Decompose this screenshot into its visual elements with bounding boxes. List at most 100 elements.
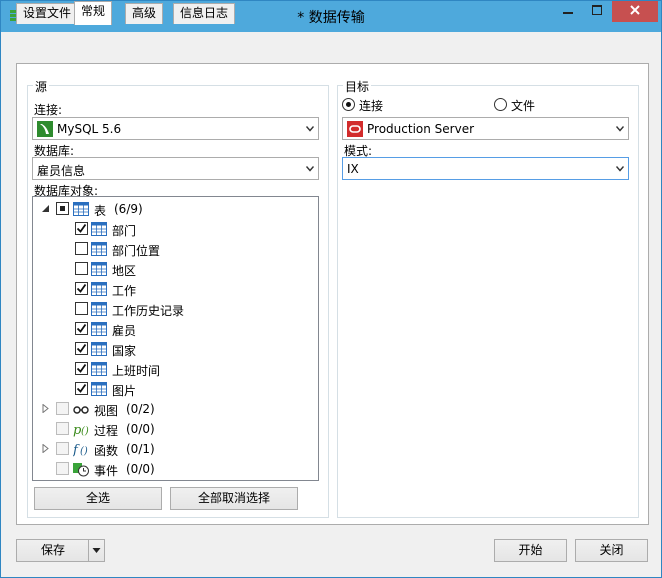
- close-button[interactable]: 关闭: [575, 539, 648, 562]
- events-label: 事件: [94, 464, 119, 478]
- deselect-all-button[interactable]: 全部取消选择: [170, 487, 298, 510]
- table-checkbox[interactable]: [75, 382, 88, 395]
- chevron-down-icon: [616, 166, 624, 172]
- checkmark-icon: [76, 323, 87, 333]
- tree-node-tables[interactable]: 表 (6/9): [33, 199, 313, 219]
- maximize-icon: [591, 5, 602, 15]
- tree-node-table[interactable]: 地区: [33, 259, 313, 279]
- views-label: 视图: [94, 404, 119, 418]
- tree-node-table[interactable]: 国家: [33, 339, 313, 359]
- table-label: 雇员: [112, 324, 137, 338]
- target-file-radio-label[interactable]: 文件: [511, 97, 535, 114]
- table-icon: [91, 302, 107, 316]
- table-label: 工作: [112, 284, 137, 298]
- target-connection-select[interactable]: Production Server: [342, 117, 629, 140]
- functions-checkbox[interactable]: [56, 442, 69, 455]
- tab-general[interactable]: 常规: [74, 1, 113, 25]
- table-icon: [91, 362, 107, 376]
- tables-count: (6/9): [114, 202, 143, 216]
- tree-node-table[interactable]: 图片: [33, 379, 313, 399]
- table-label: 部门位置: [112, 244, 161, 258]
- table-icon: [91, 382, 107, 396]
- chevron-down-icon: [616, 126, 624, 132]
- tree-node-table[interactable]: 上班时间: [33, 359, 313, 379]
- chevron-down-icon: [306, 126, 314, 132]
- table-icon: [91, 262, 107, 276]
- target-group-label: 目标: [343, 78, 372, 95]
- target-connection-radio-label[interactable]: 连接: [359, 97, 383, 114]
- table-checkbox[interactable]: [75, 342, 88, 355]
- table-label: 工作历史记录: [112, 304, 185, 318]
- select-all-button[interactable]: 全选: [34, 487, 162, 510]
- tree-node-table[interactable]: 部门: [33, 219, 313, 239]
- tree-node-procedures[interactable]: p () 过程 (0/0): [33, 419, 313, 439]
- procedures-label: 过程: [94, 424, 119, 438]
- source-database-value: 雇员信息: [37, 164, 86, 178]
- table-checkbox[interactable]: [75, 242, 88, 255]
- table-checkbox[interactable]: [75, 222, 88, 235]
- tree-node-views[interactable]: 视图 (0/2): [33, 399, 313, 419]
- table-checkbox[interactable]: [75, 282, 88, 295]
- source-connection-select[interactable]: MySQL 5.6: [32, 117, 319, 140]
- connection-label: 连接:: [34, 103, 63, 117]
- events-checkbox[interactable]: [56, 462, 69, 475]
- target-schema-select[interactable]: IX: [342, 157, 629, 180]
- dropdown-arrow-icon: [92, 548, 101, 553]
- table-icon: [91, 242, 107, 256]
- table-label: 上班时间: [112, 364, 161, 378]
- procedure-icon: p (): [73, 423, 89, 437]
- table-checkbox[interactable]: [75, 362, 88, 375]
- target-file-radio[interactable]: [494, 98, 507, 111]
- glasses-icon: [73, 406, 89, 414]
- table-label: 图片: [112, 384, 137, 398]
- close-icon: [630, 5, 640, 15]
- partial-check-icon: [60, 206, 65, 211]
- functions-count: (0/1): [126, 442, 155, 456]
- procedures-count: (0/0): [126, 422, 155, 436]
- maximize-button[interactable]: [583, 1, 610, 22]
- tree-node-events[interactable]: 事件 (0/0): [33, 459, 313, 479]
- checkmark-icon: [76, 383, 87, 393]
- table-checkbox[interactable]: [75, 302, 88, 315]
- source-database-select[interactable]: 雇员信息: [32, 157, 319, 180]
- target-connection-radio[interactable]: [342, 98, 355, 111]
- tree-node-table[interactable]: 工作: [33, 279, 313, 299]
- target-schema-value: IX: [347, 162, 359, 176]
- table-icon: [73, 202, 89, 216]
- checkmark-icon: [76, 343, 87, 353]
- svg-text:(): (): [81, 426, 89, 437]
- table-checkbox[interactable]: [75, 262, 88, 275]
- table-icon: [91, 322, 107, 336]
- functions-label: 函数: [94, 444, 119, 458]
- database-objects-tree[interactable]: 表 (6/9) 部门 部门位置 地区 工作 工作历史记录 雇员 国家 上班时间 …: [32, 196, 319, 481]
- table-icon: [91, 222, 107, 236]
- tree-node-table[interactable]: 工作历史记录: [33, 299, 313, 319]
- collapse-arrow-icon[interactable]: [41, 204, 50, 213]
- oracle-icon: [347, 121, 363, 137]
- tables-checkbox[interactable]: [56, 202, 69, 215]
- tree-node-functions[interactable]: f () 函数 (0/1): [33, 439, 313, 459]
- chevron-down-icon: [306, 166, 314, 172]
- checkmark-icon: [76, 223, 87, 233]
- table-checkbox[interactable]: [75, 322, 88, 335]
- tab-message-log[interactable]: 信息日志: [173, 3, 236, 24]
- close-window-button[interactable]: [612, 1, 658, 22]
- expand-arrow-icon[interactable]: [41, 444, 50, 453]
- tab-advanced[interactable]: 高级: [125, 3, 164, 24]
- start-button[interactable]: 开始: [494, 539, 567, 562]
- tree-node-table[interactable]: 部门位置: [33, 239, 313, 259]
- source-group-label: 源: [33, 78, 50, 95]
- table-label: 地区: [112, 264, 137, 278]
- procedures-checkbox[interactable]: [56, 422, 69, 435]
- tree-node-table[interactable]: 雇员: [33, 319, 313, 339]
- event-clock-icon: [73, 463, 89, 477]
- minimize-button[interactable]: [554, 1, 581, 22]
- save-dropdown-button[interactable]: [88, 539, 105, 562]
- expand-arrow-icon[interactable]: [41, 404, 50, 413]
- save-button[interactable]: 保存: [16, 539, 89, 562]
- table-icon: [91, 282, 107, 296]
- views-checkbox[interactable]: [56, 402, 69, 415]
- table-icon: [91, 342, 107, 356]
- minimize-icon: [562, 12, 573, 14]
- tab-profiles[interactable]: 设置文件: [16, 3, 79, 24]
